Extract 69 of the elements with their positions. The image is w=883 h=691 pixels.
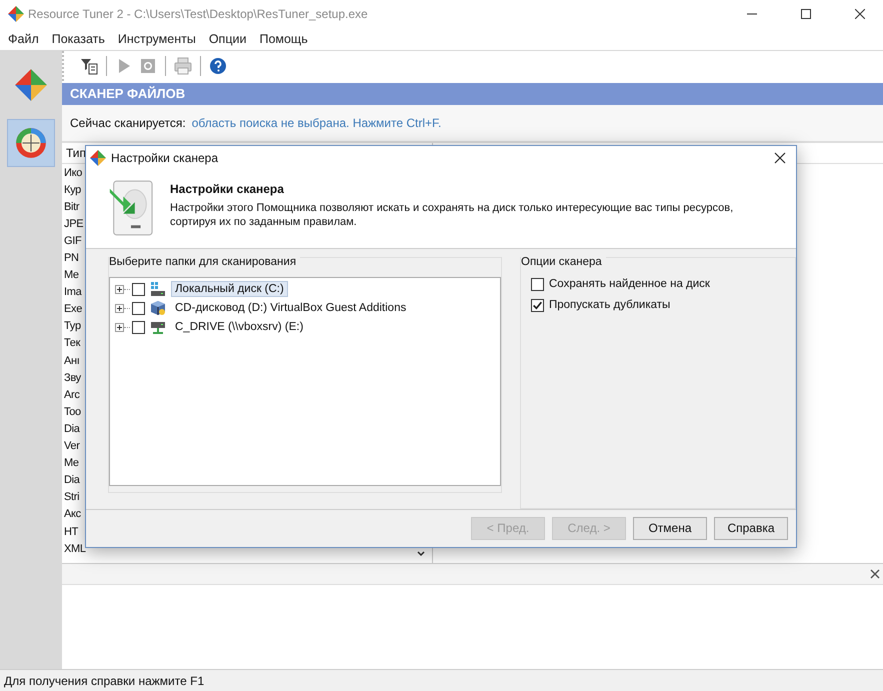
scroll-down-icon[interactable] bbox=[416, 549, 426, 559]
table-cell: Arc bbox=[64, 388, 80, 401]
table-cell: GIF bbox=[64, 234, 82, 247]
table-cell: Dia bbox=[64, 474, 80, 486]
table-cell: Me bbox=[64, 457, 79, 470]
diamond-logo-icon bbox=[14, 68, 48, 102]
table-cell: Кур bbox=[64, 184, 82, 196]
table-cell: Анı bbox=[64, 354, 80, 367]
group-title: Опции сканера bbox=[521, 256, 606, 268]
table-cell: JPE bbox=[64, 218, 84, 230]
table-cell: Ико bbox=[64, 166, 82, 179]
app-logo-icon bbox=[90, 150, 106, 166]
scan-status-label: Сейчас сканируется: bbox=[70, 116, 186, 130]
disk-drive-icon bbox=[150, 281, 166, 298]
table-cell: Bitr bbox=[64, 200, 80, 213]
column-header[interactable]: Тип bbox=[66, 146, 86, 160]
checkbox[interactable] bbox=[531, 278, 544, 291]
table-cell: XML bbox=[64, 542, 86, 555]
checkbox[interactable] bbox=[531, 298, 544, 312]
close-icon[interactable] bbox=[855, 9, 865, 19]
table-cell: Зву bbox=[64, 372, 81, 384]
menu-item[interactable]: Показать bbox=[48, 32, 110, 46]
table-cell: Ver bbox=[64, 440, 80, 452]
checkbox[interactable] bbox=[132, 320, 145, 334]
table-cell: Typ bbox=[64, 320, 81, 332]
group-title: Выберите папки для сканирования bbox=[109, 256, 300, 268]
table-cell: Me bbox=[64, 269, 79, 282]
checkbox-label: Сохранять найденное на диск bbox=[549, 278, 710, 290]
table-cell: Акс bbox=[64, 508, 81, 520]
table-cell: HT bbox=[64, 526, 78, 538]
checkbox[interactable] bbox=[132, 302, 145, 315]
table-cell: Too bbox=[64, 406, 81, 418]
cd-drive-icon bbox=[150, 300, 166, 316]
close-icon[interactable] bbox=[870, 569, 880, 579]
expand-icon[interactable] bbox=[115, 284, 124, 294]
scan-status-value: область поиска не выбрана. Нажмите Ctrl+F. bbox=[192, 116, 442, 130]
target-icon bbox=[14, 126, 48, 160]
table-cell: PN bbox=[64, 252, 79, 264]
status-text: Для получения справки нажмите F1 bbox=[4, 674, 204, 688]
table-cell: Тек bbox=[64, 337, 80, 350]
network-drive-icon bbox=[150, 319, 166, 336]
maximize-icon[interactable] bbox=[801, 9, 811, 19]
expand-icon[interactable] bbox=[115, 304, 124, 313]
window-title: Resource Tuner 2 - C:\Users\Test\Desktop\ResTuner_setup.exe bbox=[28, 7, 369, 21]
checkbox[interactable] bbox=[132, 282, 145, 296]
help-icon[interactable] bbox=[209, 57, 227, 75]
panel-header: СКАНЕР ФАЙЛОВ bbox=[62, 83, 883, 105]
table-cell: Stri bbox=[64, 491, 80, 504]
filter-icon[interactable] bbox=[80, 57, 98, 75]
dialog-button[interactable]: Отмена bbox=[633, 516, 707, 540]
table-cell: Exe bbox=[64, 303, 82, 316]
tree-item[interactable]: C_DRIVE (\\vboxsrv) (E:) bbox=[171, 319, 308, 336]
tree-item[interactable]: Локальный диск (C:) bbox=[171, 281, 288, 298]
checkbox-label: Пропускать дубликаты bbox=[549, 299, 670, 312]
menu-item[interactable]: Опции bbox=[204, 32, 252, 46]
dialog-heading: Настройки сканера bbox=[170, 182, 285, 196]
dialog-title: Настройки сканера bbox=[111, 150, 220, 165]
scanner-button[interactable] bbox=[7, 119, 55, 167]
dialog-button[interactable]: Справка bbox=[714, 516, 788, 540]
close-icon[interactable] bbox=[774, 152, 786, 164]
dialog-description: Настройки этого Помощника позволяют искать и сохранять на диск только интересующие вас типы ресурсов, сортируя их по заданным правилам. bbox=[170, 200, 734, 228]
tree-item[interactable]: CD-дисковод (D:) VirtualBox Guest Additions bbox=[171, 300, 410, 316]
menu-item[interactable]: Помощь bbox=[255, 32, 313, 46]
app-logo-icon bbox=[8, 6, 24, 22]
expand-icon[interactable] bbox=[115, 322, 124, 332]
menu-item[interactable]: Инструменты bbox=[114, 32, 201, 46]
table-cell: Dia bbox=[64, 422, 80, 435]
table-cell: Ima bbox=[64, 286, 82, 298]
menu-item[interactable]: Файл bbox=[4, 32, 44, 46]
